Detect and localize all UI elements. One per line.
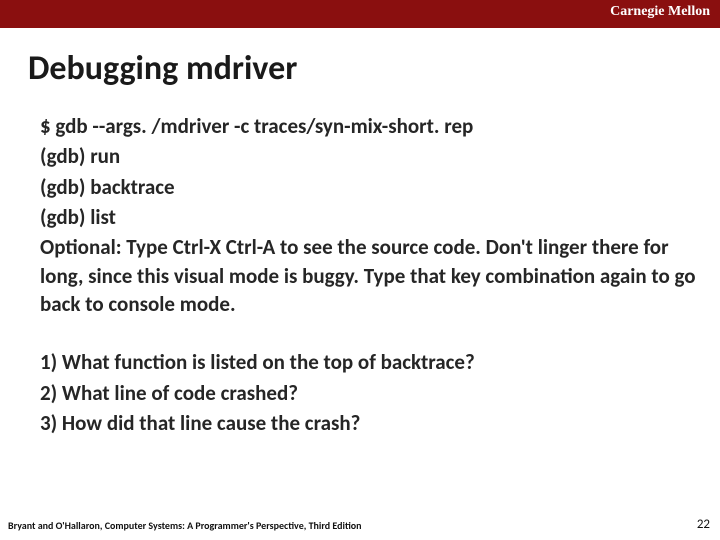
cmd-line: $ gdb --args. /mdriver -c traces/syn-mix… [40, 112, 696, 140]
question-2: 2) What line of code crashed? [40, 379, 696, 407]
page-number: 22 [697, 517, 710, 532]
slide: Carnegie Mellon Debugging mdriver $ gdb … [0, 0, 720, 540]
spacer [40, 320, 696, 348]
gdb-run: (gdb) run [40, 142, 696, 170]
optional-note: Optional: Type Ctrl-X Ctrl-A to see the … [40, 233, 696, 318]
questions-block: 1) What function is listed on the top of… [40, 348, 696, 437]
footer-citation: Bryant and O'Hallaron, Computer Systems:… [8, 519, 362, 532]
question-1: 1) What function is listed on the top of… [40, 348, 696, 376]
brand-label: Carnegie Mellon [610, 4, 710, 20]
gdb-list: (gdb) list [40, 203, 696, 231]
question-3: 3) How did that line cause the crash? [40, 409, 696, 437]
gdb-backtrace: (gdb) backtrace [40, 173, 696, 201]
body-text: $ gdb --args. /mdriver -c traces/syn-mix… [40, 112, 696, 439]
page-title: Debugging mdriver [28, 48, 297, 89]
